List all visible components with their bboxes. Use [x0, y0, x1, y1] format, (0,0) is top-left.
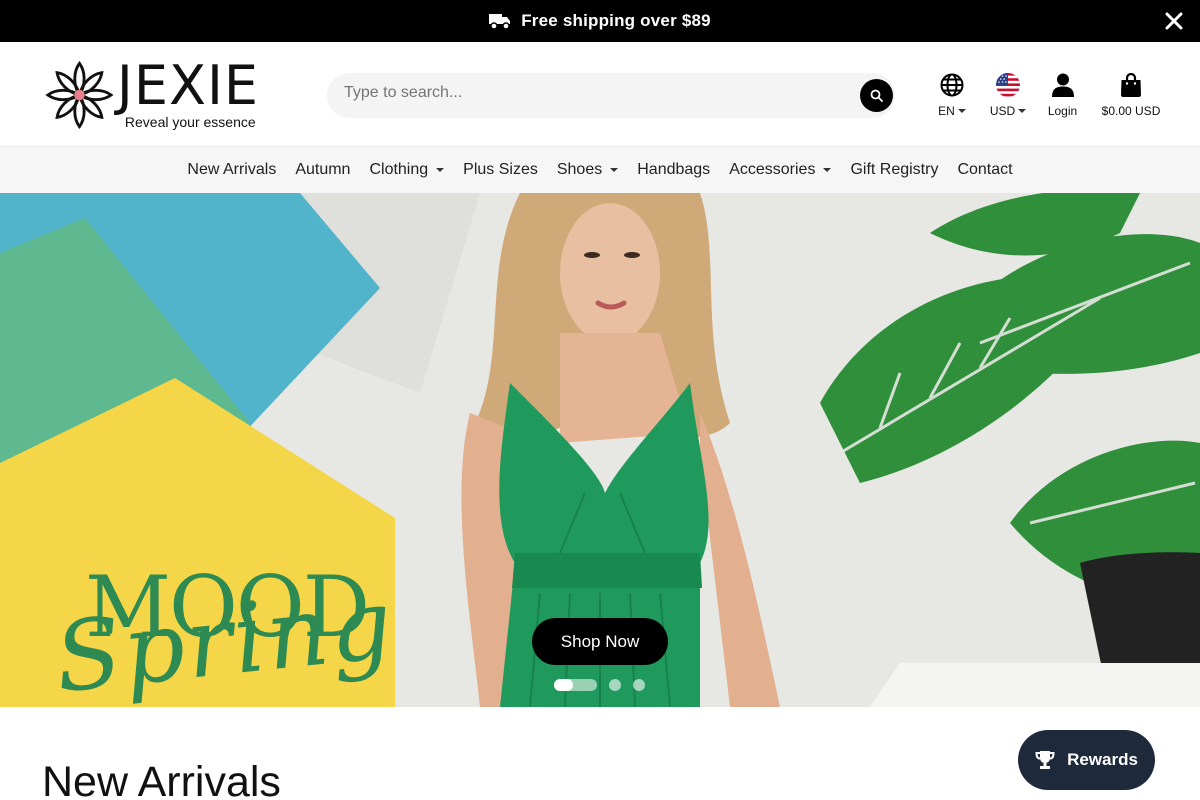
- login-label: Login: [1047, 104, 1078, 118]
- chevron-down-icon: [610, 168, 619, 172]
- user-icon: [1051, 73, 1074, 97]
- shopping-bag-icon: [1121, 73, 1141, 97]
- nav-item-label: Handbags: [637, 161, 711, 178]
- language-selector[interactable]: EN: [937, 71, 967, 121]
- brand-name: JEXIE: [116, 53, 259, 117]
- nav-item-new-arrivals[interactable]: New Arrivals: [178, 161, 286, 179]
- nav-item-handbags[interactable]: Handbags: [628, 161, 720, 179]
- site-header: JEXIE Reveal your essence EN: [0, 42, 1200, 146]
- nav-item-shoes[interactable]: Shoes: [547, 161, 627, 179]
- nav-item-accessories[interactable]: Accessories: [720, 161, 841, 179]
- chevron-down-icon: [957, 109, 966, 113]
- chevron-down-icon: [436, 168, 445, 172]
- search-bar: [327, 73, 895, 118]
- us-flag-icon: [996, 73, 1020, 97]
- brand-tagline: Reveal your essence: [124, 113, 256, 130]
- rewards-button[interactable]: Rewards: [1018, 730, 1155, 790]
- globe-icon: [940, 73, 964, 97]
- nav-item-label: Clothing: [369, 161, 429, 178]
- chevron-down-icon: [1018, 109, 1027, 113]
- brand-logo[interactable]: JEXIE Reveal your essence: [44, 57, 259, 132]
- section-title: New Arrivals: [42, 757, 281, 800]
- carousel-dot[interactable]: [633, 679, 645, 691]
- section-title-text: New Arrivals: [42, 758, 281, 800]
- carousel-dots: [554, 679, 645, 691]
- flower-logo-icon: [45, 60, 114, 129]
- truck-icon: [489, 12, 511, 30]
- close-icon[interactable]: [1162, 9, 1186, 33]
- nav-item-label: Shoes: [556, 161, 603, 178]
- cart-link[interactable]: $0.00 USD: [1102, 71, 1160, 121]
- nav-item-autumn[interactable]: Autumn: [286, 161, 360, 179]
- carousel-dot[interactable]: [609, 679, 621, 691]
- nav-item-label: Autumn: [295, 161, 351, 178]
- language-label: EN: [938, 104, 955, 118]
- search-input[interactable]: [344, 84, 844, 102]
- search-icon: [870, 89, 883, 102]
- announcement-text: Free shipping over $89: [521, 11, 711, 30]
- login-link[interactable]: Login: [1046, 71, 1079, 121]
- trophy-icon: [1035, 751, 1055, 769]
- currency-selector[interactable]: USD: [989, 71, 1027, 121]
- rewards-label: Rewards: [1067, 750, 1138, 769]
- nav-item-plus-sizes[interactable]: Plus Sizes: [454, 161, 548, 179]
- nav-item-label: Accessories: [729, 161, 816, 178]
- announcement-bar: Free shipping over $89: [0, 0, 1200, 42]
- currency-label: USD: [989, 104, 1016, 118]
- carousel-progress: [554, 679, 574, 691]
- nav-item-label: Contact: [957, 161, 1013, 178]
- cart-total: $0.00 USD: [1101, 104, 1161, 118]
- carousel-dot-active[interactable]: [554, 679, 597, 691]
- nav-item-label: New Arrivals: [187, 161, 277, 178]
- nav-item-label: Plus Sizes: [463, 161, 538, 178]
- nav-item-gift-registry[interactable]: Gift Registry: [841, 161, 948, 179]
- search-button[interactable]: [860, 79, 893, 112]
- nav-item-label: Gift Registry: [850, 161, 939, 178]
- nav-item-clothing[interactable]: Clothing: [360, 161, 454, 179]
- chevron-down-icon: [823, 168, 832, 172]
- main-nav: New Arrivals Autumn Clothing Plus Sizes Shoe…: [0, 146, 1200, 193]
- nav-item-contact[interactable]: Contact: [948, 161, 1022, 179]
- hero-headline: MOOD: [85, 558, 370, 656]
- shop-now-button[interactable]: Shop Now: [532, 618, 668, 665]
